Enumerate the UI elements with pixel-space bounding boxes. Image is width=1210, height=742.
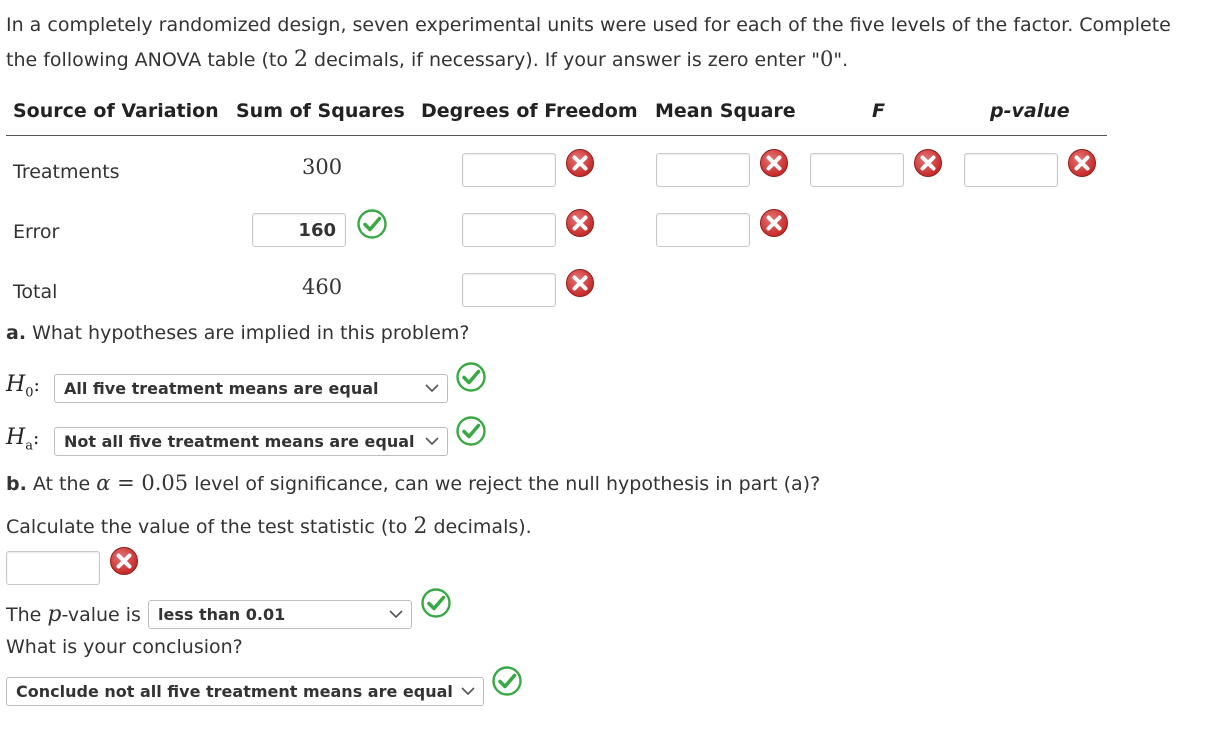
check-circle-icon	[421, 588, 451, 618]
error-sum-of-squares-input[interactable]: 160	[252, 213, 346, 247]
total-df-input[interactable]	[462, 273, 556, 307]
h0-letter: H	[6, 372, 26, 397]
treatments-sum-of-squares: 300	[302, 155, 343, 179]
alpha-symbol: α	[96, 471, 111, 495]
x-circle-icon	[565, 268, 595, 298]
conclusion-selected: Conclude not all five treatment means ar…	[16, 682, 453, 701]
header-sum-of-squares: Sum of Squares	[236, 100, 405, 122]
calc-text-pre: Calculate the value of the test statisti…	[6, 516, 414, 538]
conclusion-question: What is your conclusion?	[6, 636, 243, 658]
question-intro-line2: the following ANOVA table (to 2 decimals…	[6, 47, 848, 72]
check-circle-icon	[357, 209, 387, 239]
treatments-f-input[interactable]	[810, 153, 904, 187]
p-value-statement: The p-value is	[6, 602, 141, 627]
header-mean-square: Mean Square	[655, 100, 796, 122]
error-df-input[interactable]	[462, 213, 556, 247]
treatments-df-input[interactable]	[462, 153, 556, 187]
zero-value: 0	[819, 47, 834, 71]
x-circle-icon	[913, 148, 943, 178]
h0-selected-value: All five treatment means are equal	[64, 379, 379, 398]
h0-select[interactable]: All five treatment means are equal	[54, 374, 448, 403]
ha-subscript: a	[25, 438, 33, 454]
header-degrees-of-freedom: Degrees of Freedom	[421, 100, 638, 122]
x-circle-icon	[565, 208, 595, 238]
row-label-total: Total	[13, 281, 58, 303]
p-value-select[interactable]: less than 0.01	[148, 600, 412, 629]
x-circle-icon	[1067, 148, 1097, 178]
x-circle-icon	[759, 208, 789, 238]
row-label-treatments: Treatments	[13, 161, 120, 183]
ha-symbol: Ha:	[6, 425, 39, 453]
decimals-number: 2	[294, 47, 309, 72]
intro-text-b: decimals, if necessary). If your answer …	[308, 49, 820, 71]
ha-letter: H	[6, 425, 26, 450]
h0-symbol: H0:	[6, 372, 40, 400]
x-circle-icon	[109, 546, 139, 576]
x-circle-icon	[759, 148, 789, 178]
p-symbol: p	[47, 602, 62, 627]
ha-colon: :	[32, 427, 40, 449]
check-circle-icon	[456, 362, 486, 392]
calc-decimals-number: 2	[413, 514, 428, 539]
header-p-value: p-value	[990, 100, 1070, 122]
test-statistic-input[interactable]	[6, 551, 100, 585]
part-b-label: b.	[6, 473, 27, 495]
x-circle-icon	[565, 148, 595, 178]
check-circle-icon	[492, 666, 522, 696]
header-source-of-variation: Source of Variation	[13, 100, 219, 122]
chevron-down-icon	[389, 610, 403, 619]
total-sum-of-squares: 460	[302, 275, 343, 299]
part-a-text: What hypotheses are implied in this prob…	[32, 322, 470, 344]
p-value-text-pre: The	[6, 604, 48, 626]
treatments-p-value-input[interactable]	[964, 153, 1058, 187]
intro-text-a: the following ANOVA table (to	[6, 49, 295, 71]
alpha-equals: =	[110, 471, 142, 495]
chevron-down-icon	[425, 384, 439, 393]
intro-text-c: ".	[833, 49, 849, 71]
p-value-text-post: -value is	[61, 604, 141, 626]
h0-colon: :	[33, 374, 40, 396]
calc-text-post: decimals).	[427, 516, 532, 538]
error-mean-square-input[interactable]	[656, 213, 750, 247]
conclusion-select[interactable]: Conclude not all five treatment means ar…	[6, 677, 484, 706]
treatments-mean-square-input[interactable]	[656, 153, 750, 187]
part-b-text-pre: At the	[32, 473, 97, 495]
header-f: F	[872, 100, 885, 122]
part-a-question: a. What hypotheses are implied in this p…	[6, 322, 469, 344]
table-header-divider	[6, 135, 1107, 136]
chevron-down-icon	[461, 687, 475, 696]
part-b-question: b. At the α = 0.05 level of significance…	[6, 471, 820, 495]
part-a-label: a.	[6, 322, 27, 344]
test-statistic-prompt: Calculate the value of the test statisti…	[6, 514, 532, 539]
part-b-text-post: level of significance, can we reject the…	[188, 473, 821, 495]
ha-select[interactable]: Not all five treatment means are equal	[54, 427, 448, 456]
chevron-down-icon	[425, 437, 439, 446]
alpha-value: 0.05	[141, 471, 189, 495]
p-value-selected: less than 0.01	[158, 605, 286, 624]
question-intro-line1: In a completely randomized design, seven…	[6, 14, 1171, 36]
ha-selected-value: Not all five treatment means are equal	[64, 432, 415, 451]
check-circle-icon	[456, 416, 486, 446]
row-label-error: Error	[13, 221, 60, 243]
